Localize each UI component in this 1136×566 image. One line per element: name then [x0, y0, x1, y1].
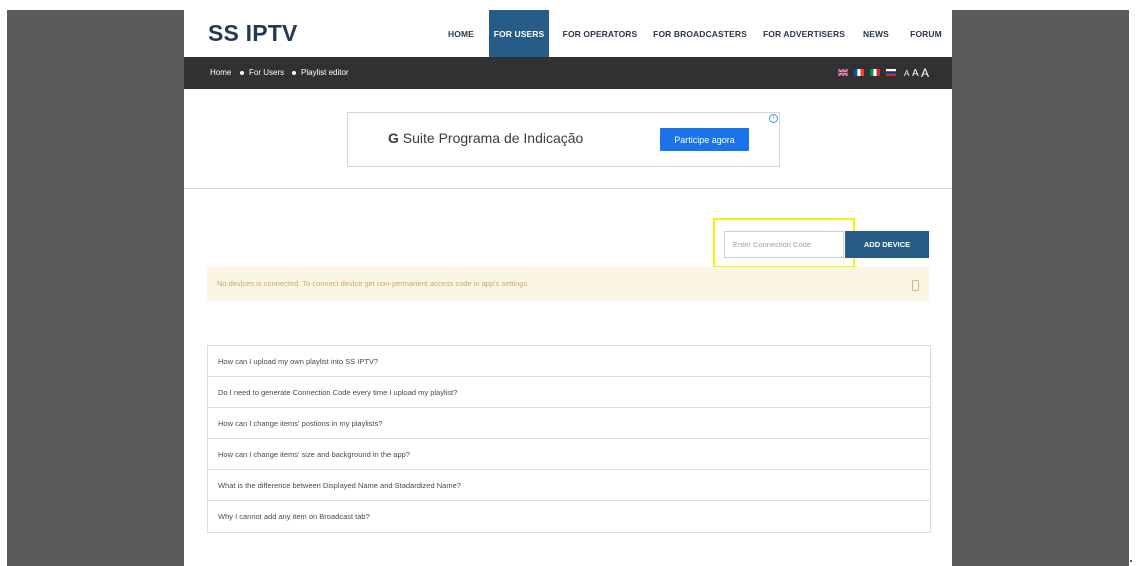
nav-for-operators[interactable]: FOR OPERATORS	[559, 10, 641, 57]
ad-headline: G Suite Programa de Indicação	[388, 130, 583, 146]
ru-flag-icon[interactable]	[886, 69, 896, 76]
faq-item[interactable]: How can I change items' postions in my p…	[208, 408, 930, 439]
breadcrumb-separator	[292, 71, 296, 75]
breadcrumb-for-users[interactable]: For Users	[249, 57, 284, 89]
breadcrumb-home[interactable]: Home	[210, 57, 231, 89]
faq-item[interactable]: How can I change items' size and backgro…	[208, 439, 930, 470]
font-size-small[interactable]: A	[904, 57, 909, 89]
highlight-box	[713, 218, 855, 268]
notice-text: No devices is connected. To connect devi…	[217, 279, 528, 288]
section-divider	[184, 188, 952, 189]
uk-flag-icon[interactable]	[838, 69, 848, 76]
ad-brand-letter: G	[388, 130, 399, 146]
font-size-medium[interactable]: A	[912, 57, 919, 89]
nav-forum[interactable]: FORUM	[904, 10, 948, 57]
ad-banner[interactable]: G Suite Programa de Indicação Participe …	[347, 112, 780, 167]
font-size-large[interactable]: A	[921, 57, 929, 89]
ad-text: Suite Programa de Indicação	[402, 130, 584, 146]
nav-for-users[interactable]: FOR USERS	[489, 10, 549, 57]
breadcrumb-separator	[240, 71, 244, 75]
corner-mark	[1130, 560, 1132, 562]
faq-item[interactable]: Do I need to generate Connection Code ev…	[208, 377, 930, 408]
faq-item[interactable]: Why I cannot add any item on Broadcast t…	[208, 501, 930, 532]
it-flag-icon[interactable]	[870, 69, 880, 76]
fr-flag-icon[interactable]	[854, 69, 864, 76]
nav-news[interactable]: NEWS	[856, 10, 896, 57]
page-container: SS IPTV HOME FOR USERS FOR OPERATORS FOR…	[184, 10, 952, 566]
breadcrumb-current: Playlist editor	[301, 68, 349, 77]
add-device-button[interactable]: ADD DEVICE	[845, 231, 929, 258]
site-logo[interactable]: SS IPTV	[208, 20, 298, 47]
breadcrumb-bar: Home For Users Playlist editor A A A	[184, 57, 952, 89]
faq-item[interactable]: How can I upload my own playlist into SS…	[208, 346, 930, 377]
right-backdrop	[952, 10, 1129, 566]
faq-item[interactable]: What is the difference between Displayed…	[208, 470, 930, 501]
nav-home[interactable]: HOME	[441, 10, 481, 57]
faq-list: How can I upload my own playlist into SS…	[207, 345, 931, 533]
ad-cta-button[interactable]: Participe agora	[660, 128, 749, 151]
ad-info-icon[interactable]: i	[769, 114, 778, 123]
site-header: SS IPTV HOME FOR USERS FOR OPERATORS FOR…	[184, 10, 952, 57]
nav-for-broadcasters[interactable]: FOR BROADCASTERS	[652, 10, 748, 57]
no-devices-notice: No devices is connected. To connect devi…	[207, 267, 929, 301]
nav-for-advertisers[interactable]: FOR ADVERTISERS	[758, 10, 850, 57]
left-backdrop	[7, 10, 184, 566]
notice-dismiss-icon[interactable]	[912, 280, 919, 291]
